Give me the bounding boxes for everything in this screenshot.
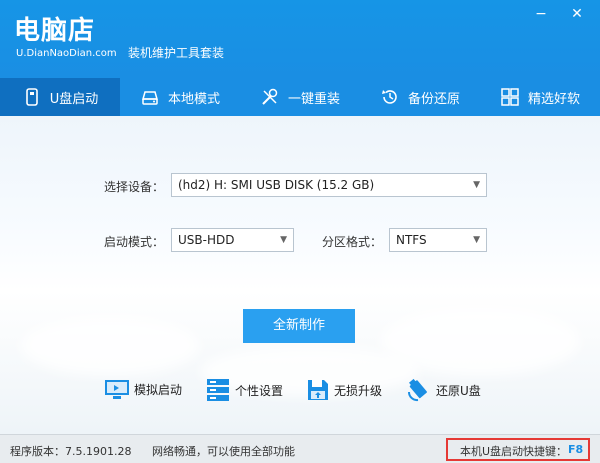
restore-usb-button[interactable]: 还原U盘 xyxy=(406,378,481,402)
main-tabs: U盘启动 本地模式 一键重装 备份还原 精选好软 xyxy=(0,78,600,116)
logo-title: 电脑店 xyxy=(14,16,96,46)
tab-label: 备份还原 xyxy=(407,91,460,107)
new-make-button[interactable]: 全新制作 xyxy=(243,309,355,343)
tool-label: 模拟启动 xyxy=(134,382,183,397)
lossless-upgrade-button[interactable]: 无损升级 xyxy=(306,378,382,402)
tab-backup-restore[interactable]: 备份还原 xyxy=(360,78,480,116)
boot-mode-label: 启动模式： xyxy=(104,235,165,249)
app-header: 电脑店 U.DianNaoDian.com 装机维护工具套装 − ✕ xyxy=(0,0,600,78)
background-cloud xyxy=(20,316,200,376)
tab-label: 本地模式 xyxy=(167,91,220,107)
status-bar: 程序版本：7.5.1901.28 网络畅通，可以使用全部功能 本机U盘启动快捷键… xyxy=(0,434,600,463)
usb-restore-icon xyxy=(407,378,427,402)
tab-one-click-reinstall[interactable]: 一键重装 xyxy=(240,78,360,116)
tool-label: 还原U盘 xyxy=(436,383,481,398)
minimize-button[interactable]: − xyxy=(532,6,550,22)
close-button[interactable]: ✕ xyxy=(568,6,586,22)
tab-usb-boot[interactable]: U盘启动 xyxy=(0,78,120,116)
personalize-button[interactable]: 个性设置 xyxy=(205,378,283,402)
tab-local-mode[interactable]: 本地模式 xyxy=(120,78,240,116)
tool-label: 无损升级 xyxy=(334,383,383,398)
tab-label: U盘启动 xyxy=(49,91,99,107)
device-select[interactable]: (hd2) H: SMI USB DISK (15.2 GB) ▼ xyxy=(171,173,487,197)
restore-icon xyxy=(381,90,397,104)
device-value: (hd2) H: SMI USB DISK (15.2 GB) xyxy=(178,178,375,192)
app-tagline: 装机维护工具套装 xyxy=(128,46,225,60)
tab-label: 精选好软 xyxy=(527,91,580,107)
tab-featured-software[interactable]: 精选好软 xyxy=(480,78,600,116)
partition-value: NTFS xyxy=(396,233,427,247)
tab-label: 一键重装 xyxy=(287,91,340,107)
grid-icon xyxy=(501,88,519,106)
chevron-down-icon: ▼ xyxy=(473,235,480,245)
usb-icon xyxy=(25,88,38,106)
partition-select[interactable]: NTFS ▼ xyxy=(389,228,487,252)
chevron-down-icon: ▼ xyxy=(473,180,480,190)
main-panel: 选择设备： (hd2) H: SMI USB DISK (15.2 GB) ▼ … xyxy=(0,116,600,434)
chevron-down-icon: ▼ xyxy=(280,235,287,245)
hotkey-value: F8 xyxy=(568,443,584,456)
logo-url: U.DianNaoDian.com xyxy=(16,48,117,59)
device-label: 选择设备： xyxy=(104,180,165,194)
hard-drive-icon xyxy=(141,91,158,105)
simulate-boot-button[interactable]: 模拟启动 xyxy=(104,378,182,400)
floppy-upgrade-icon xyxy=(308,380,328,400)
version-text: 程序版本：7.5.1901.28 xyxy=(10,445,132,458)
hotkey-label: 本机U盘启动快捷键： xyxy=(460,445,568,458)
monitor-icon xyxy=(105,380,129,399)
boot-mode-value: USB-HDD xyxy=(178,233,235,247)
tool-label: 个性设置 xyxy=(235,383,284,398)
network-status: 网络畅通，可以使用全部功能 xyxy=(152,445,295,458)
boot-mode-select[interactable]: USB-HDD ▼ xyxy=(171,228,294,252)
server-icon xyxy=(207,379,229,401)
partition-label: 分区格式： xyxy=(322,235,383,249)
tools-icon xyxy=(262,88,278,105)
